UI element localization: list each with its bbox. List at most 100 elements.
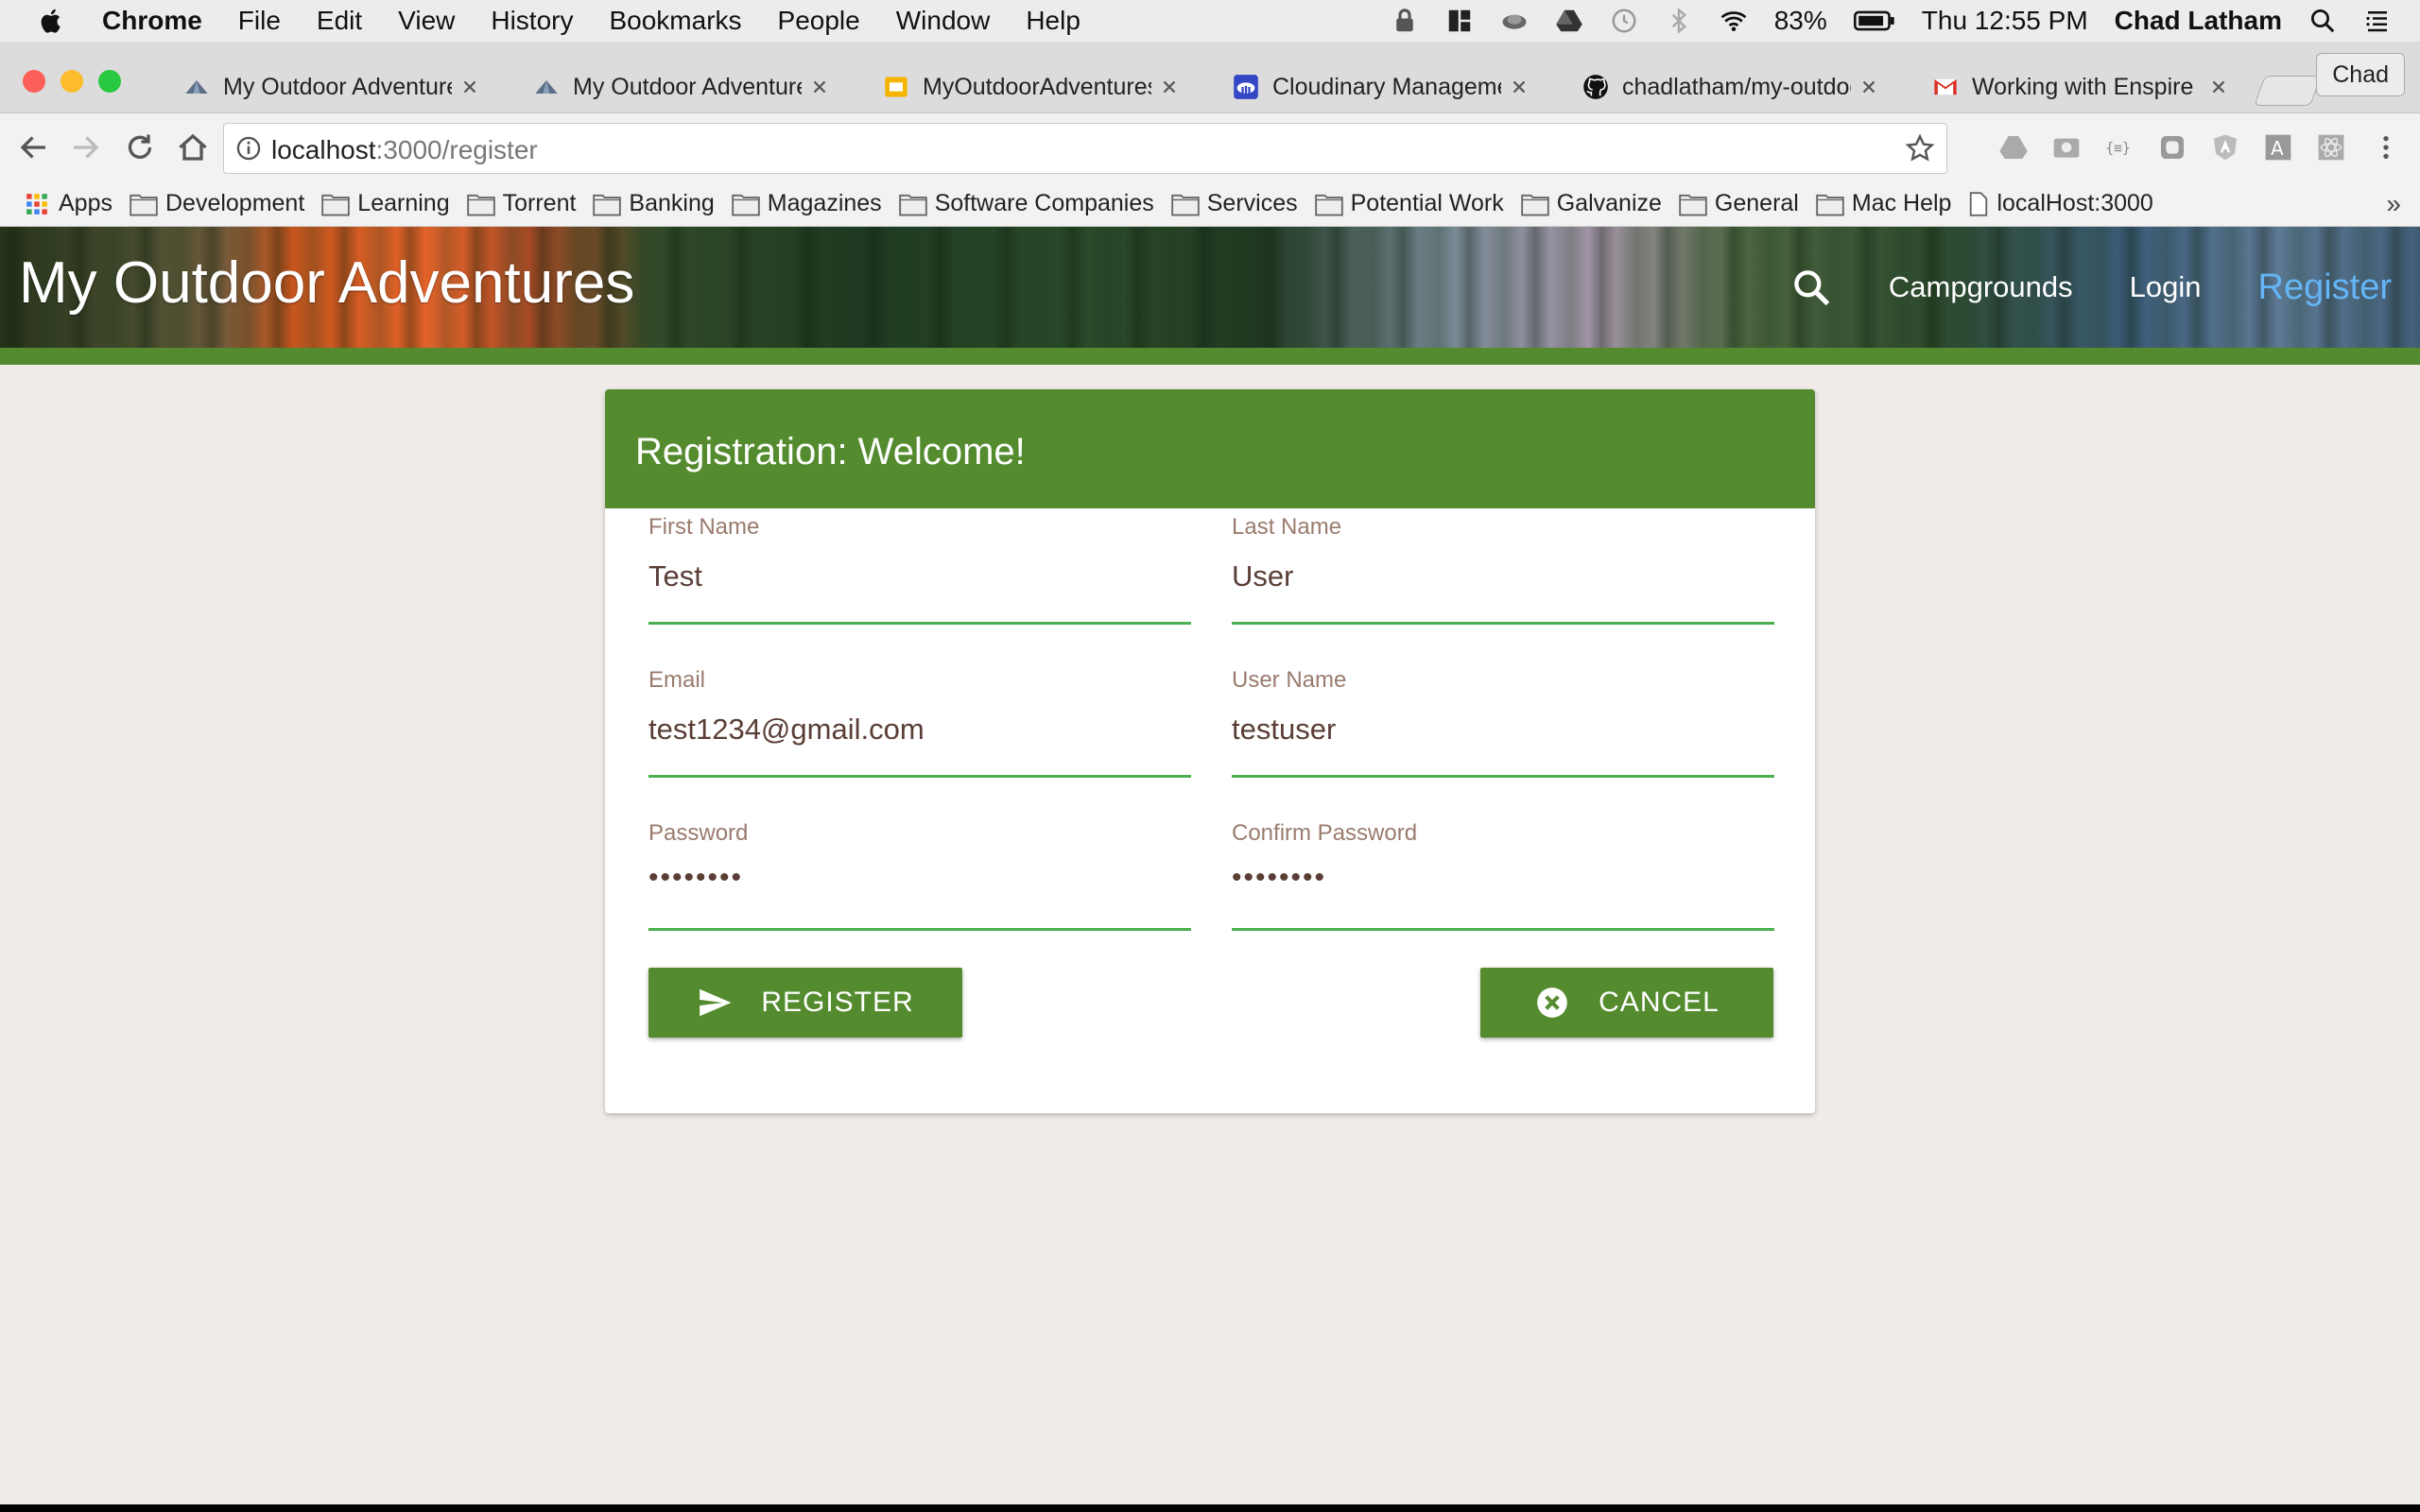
- bookmark-folder-galvanize[interactable]: Galvanize: [1520, 190, 1662, 217]
- menu-view[interactable]: View: [398, 6, 455, 36]
- close-icon[interactable]: [1509, 77, 1530, 97]
- url-text[interactable]: localhost:3000/register: [271, 135, 538, 165]
- profile-button[interactable]: Chad: [2316, 53, 2405, 96]
- notification-center-icon[interactable]: [2363, 7, 2392, 35]
- cloud-status-icon[interactable]: [1500, 7, 1529, 35]
- bookmark-folder-software-companies[interactable]: Software Companies: [898, 190, 1154, 217]
- tab-3[interactable]: MyOutdoorAdventures: [841, 60, 1199, 113]
- reload-icon[interactable]: [123, 130, 157, 164]
- close-icon[interactable]: [1159, 77, 1180, 97]
- chrome-toolbar: localhost:3000/register {≡} A: [0, 113, 2420, 181]
- first-name-input[interactable]: Test: [648, 559, 702, 593]
- password-input[interactable]: ••••••••: [648, 862, 743, 894]
- react-extension-icon[interactable]: [2316, 132, 2346, 163]
- user-name-field[interactable]: User Name testuser: [1232, 667, 1774, 784]
- tab-1[interactable]: My Outdoor Adventures: [142, 60, 499, 113]
- menu-app-name[interactable]: Chrome: [102, 6, 202, 36]
- address-bar[interactable]: localhost:3000/register: [223, 123, 1947, 174]
- time-machine-icon[interactable]: [1610, 7, 1638, 35]
- bookmark-folder-services[interactable]: Services: [1170, 190, 1298, 217]
- bluetooth-icon[interactable]: [1665, 7, 1693, 35]
- email-input[interactable]: test1234@gmail.com: [648, 713, 925, 747]
- menu-window[interactable]: Window: [896, 6, 991, 36]
- battery-percent[interactable]: 83%: [1774, 6, 1827, 36]
- menu-edit[interactable]: Edit: [317, 6, 362, 36]
- nav-login-link[interactable]: Login: [2130, 270, 2202, 304]
- bookmark-folder-development[interactable]: Development: [130, 190, 304, 217]
- photos-extension-icon[interactable]: [2051, 132, 2082, 163]
- bookmark-star-icon[interactable]: [1905, 133, 1935, 163]
- menu-bookmarks[interactable]: Bookmarks: [609, 6, 741, 36]
- input-underline: [648, 622, 1191, 625]
- bookmark-folder-banking[interactable]: Banking: [593, 190, 715, 217]
- menu-file[interactable]: File: [238, 6, 281, 36]
- clock[interactable]: Thu 12:55 PM: [1922, 6, 2088, 36]
- apple-icon[interactable]: [38, 7, 66, 35]
- window-manager-icon[interactable]: [1445, 7, 1474, 35]
- menu-history[interactable]: History: [491, 6, 573, 36]
- new-tab-button[interactable]: [2254, 76, 2322, 106]
- drive-extension-icon[interactable]: [1998, 132, 2029, 163]
- email-field[interactable]: Email test1234@gmail.com: [648, 667, 1191, 784]
- bookmark-localhost[interactable]: localHost:3000: [1968, 190, 2153, 217]
- info-icon[interactable]: [235, 135, 262, 162]
- send-icon: [700, 988, 732, 1017]
- close-icon[interactable]: [1858, 77, 1879, 97]
- gmail-icon: [1934, 78, 1957, 95]
- bookmark-folder-learning[interactable]: Learning: [321, 190, 450, 217]
- bookmarks-overflow-chevron-icon[interactable]: »: [2386, 189, 2401, 219]
- minimize-window-button[interactable]: [60, 70, 83, 93]
- close-icon[interactable]: [809, 77, 830, 97]
- tab-6[interactable]: Working with Enspire: [1891, 60, 2248, 113]
- angular-extension-icon[interactable]: [2210, 132, 2240, 163]
- menu-people[interactable]: People: [778, 6, 860, 36]
- battery-icon[interactable]: [1853, 7, 1895, 35]
- back-arrow-icon[interactable]: [17, 130, 51, 164]
- input-underline: [1232, 622, 1774, 625]
- tent-icon: [535, 80, 558, 94]
- register-button[interactable]: REGISTER: [648, 968, 962, 1038]
- password-field[interactable]: Password ••••••••: [648, 820, 1191, 937]
- wifi-icon[interactable]: [1720, 7, 1748, 35]
- tab-4[interactable]: Cloudinary Management: [1191, 60, 1548, 113]
- bookmark-folder-magazines[interactable]: Magazines: [732, 190, 882, 217]
- menu-help[interactable]: Help: [1026, 6, 1080, 36]
- cancel-button[interactable]: CANCEL: [1480, 968, 1773, 1038]
- first-name-field[interactable]: First Name Test: [648, 514, 1191, 631]
- bookmark-folder-torrent[interactable]: Torrent: [466, 190, 576, 217]
- spotlight-search-icon[interactable]: [2308, 7, 2337, 35]
- url-path: :3000/register: [375, 135, 538, 164]
- nav-campgrounds-link[interactable]: Campgrounds: [1889, 270, 2073, 304]
- bookmark-label: Software Companies: [934, 190, 1154, 216]
- zoom-window-button[interactable]: [98, 70, 121, 93]
- close-icon[interactable]: [2208, 77, 2229, 97]
- more-menu-icon[interactable]: [2371, 132, 2401, 163]
- tab-5[interactable]: chadlatham/my-outdoor: [1541, 60, 1898, 113]
- screenshot-extension-icon[interactable]: [2157, 132, 2187, 163]
- last-name-input[interactable]: User: [1232, 559, 1293, 593]
- confirm-password-input[interactable]: ••••••••: [1232, 862, 1326, 894]
- bookmark-folder-mac-help[interactable]: Mac Help: [1816, 190, 1951, 217]
- home-icon[interactable]: [176, 130, 210, 164]
- google-drive-icon[interactable]: [1555, 7, 1583, 35]
- folder-icon: [1816, 194, 1844, 215]
- tab-2-active[interactable]: My Outdoor Adventures: [492, 60, 849, 113]
- bookmark-folder-potential-work[interactable]: Potential Work: [1314, 190, 1504, 217]
- forward-arrow-icon[interactable]: [68, 130, 102, 164]
- lock-status-icon[interactable]: [1391, 7, 1419, 35]
- font-extension-icon[interactable]: A: [2263, 132, 2293, 163]
- bookmark-apps[interactable]: Apps: [23, 190, 112, 217]
- user-name[interactable]: Chad Latham: [2115, 6, 2282, 36]
- user-name-label: User Name: [1232, 667, 1347, 693]
- bookmark-folder-general[interactable]: General: [1679, 190, 1799, 217]
- site-brand[interactable]: My Outdoor Adventures: [19, 249, 634, 317]
- last-name-field[interactable]: Last Name User: [1232, 514, 1774, 631]
- json-extension-icon[interactable]: {≡}: [2104, 132, 2135, 163]
- confirm-password-field[interactable]: Confirm Password ••••••••: [1232, 820, 1774, 937]
- nav-register-link[interactable]: Register: [2258, 267, 2393, 308]
- folder-icon: [898, 194, 927, 215]
- user-name-input[interactable]: testuser: [1232, 713, 1336, 747]
- close-icon[interactable]: [459, 77, 480, 97]
- close-window-button[interactable]: [23, 70, 45, 93]
- search-icon[interactable]: [1790, 266, 1832, 308]
